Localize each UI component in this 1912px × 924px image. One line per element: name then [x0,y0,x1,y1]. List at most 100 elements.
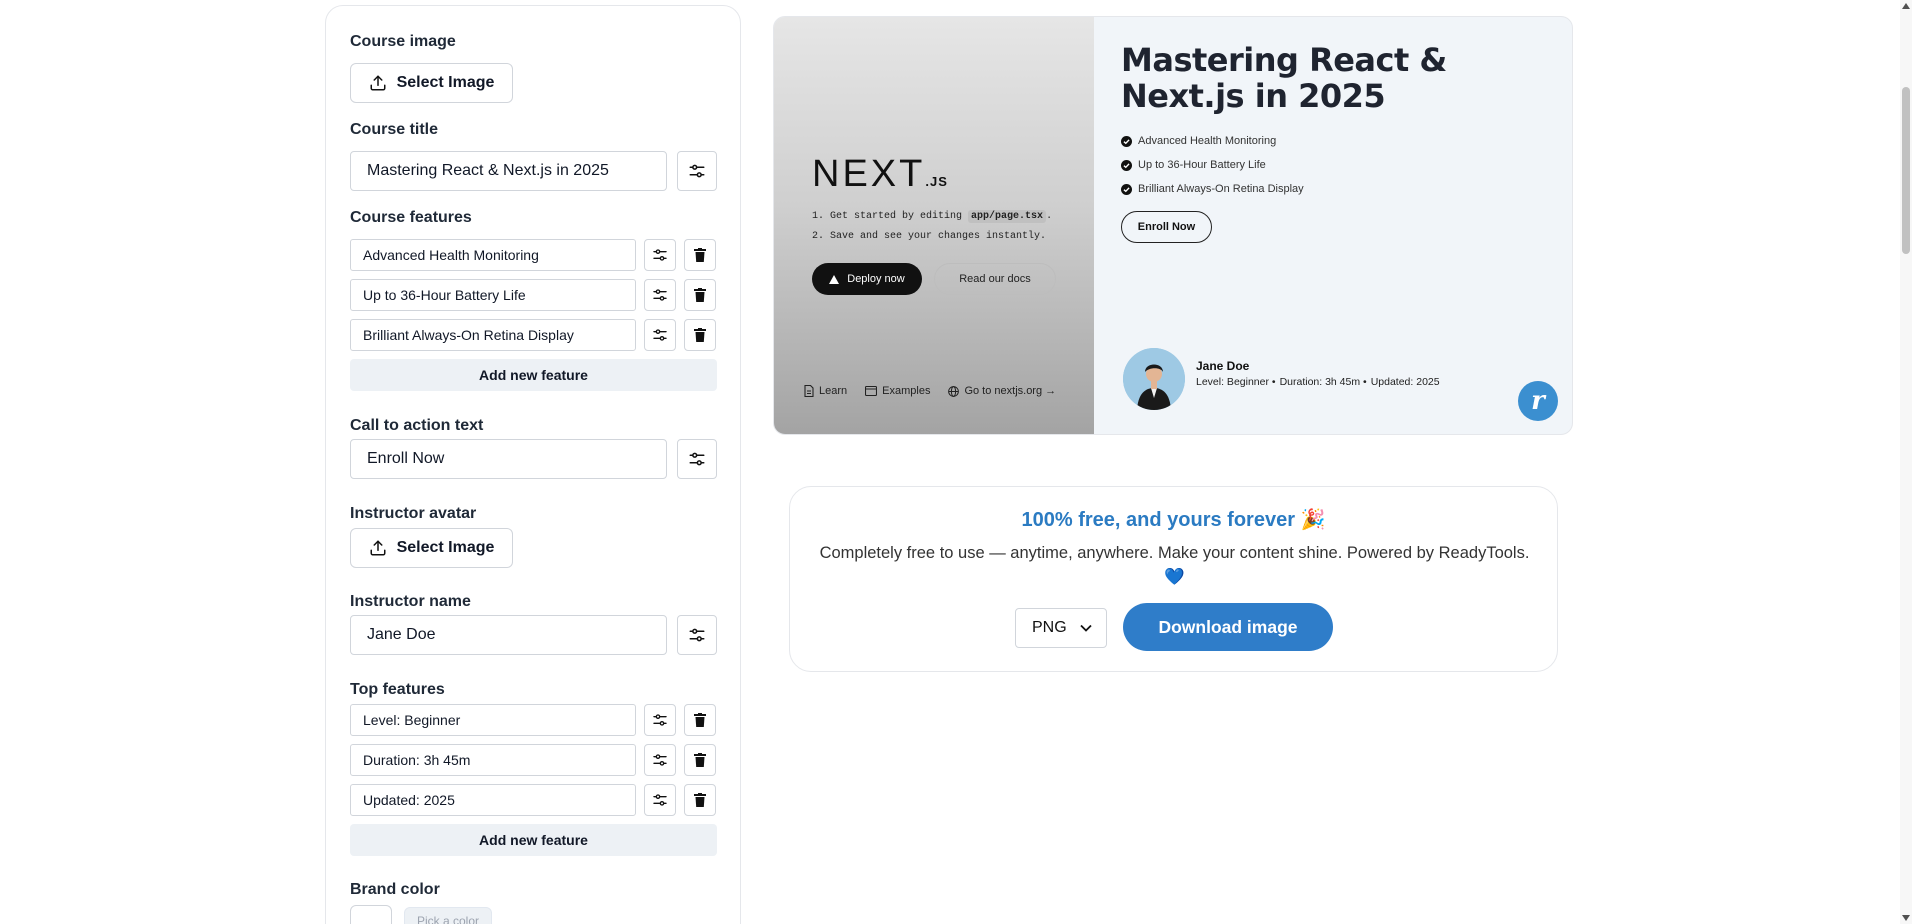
brand-color-swatch[interactable] [350,905,392,924]
sliders-icon [689,452,705,466]
course-feature-settings-button[interactable] [644,239,676,271]
top-feature-delete-button[interactable] [684,744,716,776]
course-feature-settings-button[interactable] [644,319,676,351]
sliders-icon [653,249,667,261]
page-scrollbar[interactable] [1900,0,1912,924]
sliders-icon [653,754,667,766]
preview-feature-list: Advanced Health Monitoring Up to 36-Hour… [1121,129,1304,201]
preview-feature-item: Brilliant Always-On Retina Display [1121,177,1304,201]
brand-color-input[interactable]: Pick a color [404,907,493,924]
course-title-label: Course title [350,121,439,138]
instructor-avatar-select-button[interactable]: Select Image [350,528,513,568]
preview-feature-text: Up to 36-Hour Battery Life [1138,159,1266,171]
top-feature-input[interactable]: Duration: 3h 45m [350,744,636,776]
nextjs-logo: NEXT.JS [812,153,948,196]
instructor-name-settings-button[interactable] [677,615,717,655]
check-circle-icon [1121,159,1132,171]
free-banner-description: Completely free to use — anytime, anywhe… [819,544,1530,586]
editor-panel: Course image Select Image Course title M… [325,5,741,924]
sliders-icon [653,289,667,301]
top-feature-settings-button[interactable] [644,704,676,736]
course-feature-delete-button[interactable] [684,239,716,271]
preview-instructor-name: Jane Doe [1196,359,1250,373]
free-banner-title: 100% free, and yours forever 🎉 [1021,509,1326,531]
person-silhouette-icon [1123,348,1185,410]
read-docs-button: Read our docs [934,263,1056,295]
course-feature-input[interactable]: Up to 36-Hour Battery Life [350,279,636,311]
instructor-name-label: Instructor name [350,593,471,610]
sliders-icon [653,714,667,726]
add-course-feature-button[interactable]: Add new feature [350,359,717,391]
course-feature-settings-button[interactable] [644,279,676,311]
trash-icon [694,713,706,727]
trash-icon [694,288,706,302]
instructor-avatar [1123,348,1185,410]
top-feature-delete-button[interactable] [684,704,716,736]
footer-learn-label: Learn [819,385,848,397]
preview-feature-text: Brilliant Always-On Retina Display [1138,183,1304,195]
course-feature-input[interactable]: Brilliant Always-On Retina Display [350,319,636,351]
footer-nextjs-label: Go to nextjs.org → [964,385,1057,397]
image-format-value: PNG [1032,619,1067,636]
top-feature-input[interactable]: Updated: 2025 [350,784,636,816]
select-image-label: Select Image [396,74,495,91]
top-feature-settings-button[interactable] [644,784,676,816]
image-format-select[interactable]: PNG [1015,608,1107,648]
cta-input[interactable]: Enroll Now [350,439,667,479]
step-1-code: app/page.tsx [968,210,1047,223]
check-circle-icon [1121,135,1132,147]
chevron-down-icon [1080,624,1092,632]
cta-label: Call to action text [350,417,484,434]
check-circle-icon [1121,183,1132,195]
preview-course-meta: Level: Beginner • Duration: 3h 45m • Upd… [1196,376,1440,388]
course-title-settings-button[interactable] [677,151,717,191]
instructor-name-input[interactable]: Jane Doe [350,615,667,655]
getting-started-steps: 1. Get started by editing app/page.tsx. … [812,207,1052,247]
cta-settings-button[interactable] [677,439,717,479]
preview-meta-duration: Duration: 3h 45m • [1279,376,1367,388]
sliders-icon [689,628,705,642]
footer-link-nextjs: Go to nextjs.org → [948,385,1056,397]
globe-icon [948,385,960,397]
free-banner: 100% free, and yours forever 🎉 Completel… [789,486,1558,672]
course-image-label: Course image [350,33,456,50]
vercel-triangle-icon [829,274,840,284]
add-top-feature-button[interactable]: Add new feature [350,824,717,856]
step-1-suffix: . [1046,211,1053,222]
preview-feature-item: Up to 36-Hour Battery Life [1121,153,1304,177]
sliders-icon [689,164,705,178]
course-features-label: Course features [350,209,472,226]
instructor-avatar-label: Instructor avatar [350,505,477,522]
upload-icon [370,75,386,91]
readytools-logo: r [1518,381,1558,421]
preview-enroll-button: Enroll Now [1121,211,1212,243]
top-feature-delete-button[interactable] [684,784,716,816]
step-2-text: 2. Save and see your changes instantly. [812,231,1047,242]
upload-icon [370,540,386,556]
download-image-button[interactable]: Download image [1123,603,1333,651]
file-icon [804,385,814,397]
course-image-select-button[interactable]: Select Image [350,63,513,103]
preview-course-title: Mastering React & Next.js in 2025 [1121,41,1447,115]
step-1-text: 1. Get started by editing [812,211,963,222]
scroll-down-icon[interactable] [1902,915,1910,921]
course-title-input[interactable]: Mastering React & Next.js in 2025 [350,151,667,191]
top-feature-input[interactable]: Level: Beginner [350,704,636,736]
course-feature-input[interactable]: Advanced Health Monitoring [350,239,636,271]
sliders-icon [653,794,667,806]
window-icon [865,386,878,396]
brand-color-label: Brand color [350,881,440,898]
preview-meta-level: Level: Beginner • [1196,376,1276,388]
scrollbar-thumb[interactable] [1902,87,1910,254]
footer-link-learn: Learn [804,385,847,397]
top-features-label: Top features [350,681,445,698]
top-feature-settings-button[interactable] [644,744,676,776]
course-feature-delete-button[interactable] [684,319,716,351]
trash-icon [694,793,706,807]
footer-examples-label: Examples [882,385,931,397]
scroll-up-icon[interactable] [1902,3,1910,9]
sliders-icon [653,329,667,341]
nextjs-logo-text: NEXT [812,153,926,195]
deploy-now-label: Deploy now [847,273,905,285]
course-feature-delete-button[interactable] [684,279,716,311]
